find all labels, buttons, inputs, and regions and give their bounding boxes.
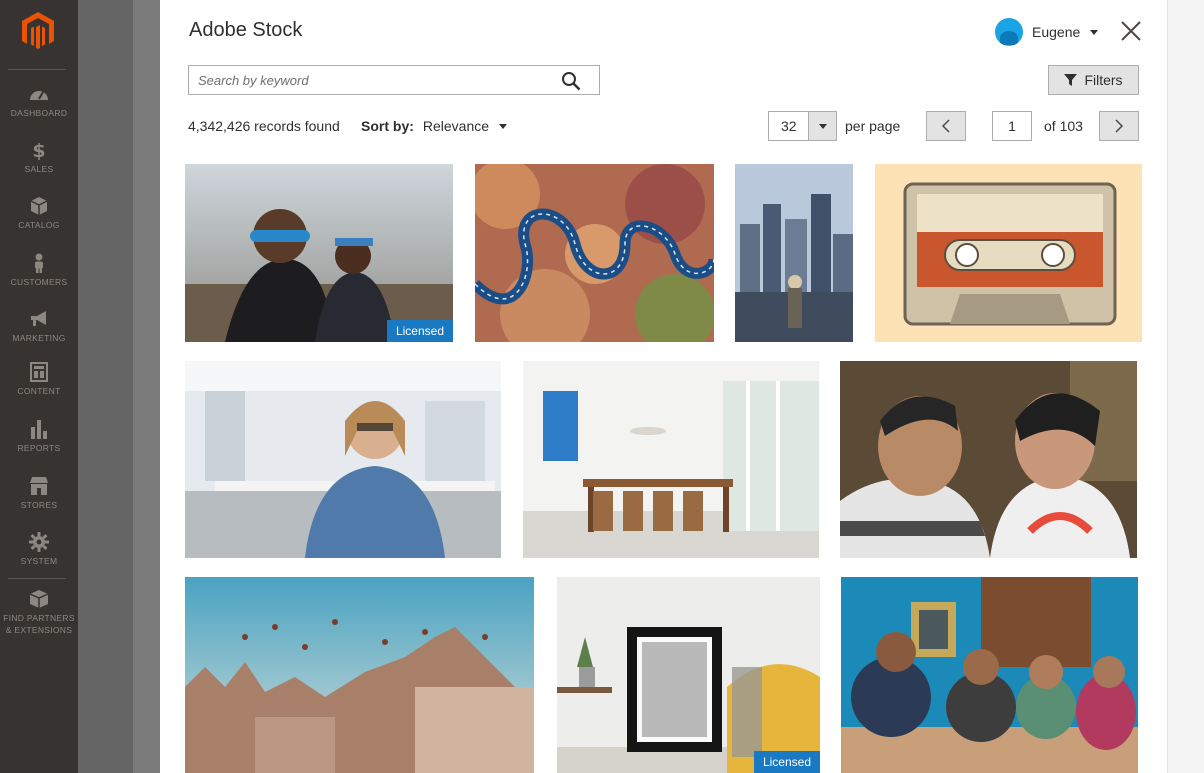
nav-item-label-line2: & EXTENSIONS bbox=[5, 625, 73, 635]
nav-divider bbox=[8, 578, 66, 579]
nav-item-label: DASHBOARD bbox=[10, 108, 68, 118]
nav-item-label: MARKETING bbox=[12, 333, 66, 343]
nav-item-find-partners[interactable]: FIND PARTNERS & EXTENSIONS bbox=[0, 589, 78, 636]
package-icon bbox=[29, 590, 49, 608]
search-input[interactable] bbox=[189, 66, 549, 94]
licensed-badge: Licensed bbox=[753, 751, 820, 773]
nav-item-sales[interactable]: $ SALES bbox=[0, 140, 78, 175]
page-number-input[interactable] bbox=[992, 111, 1032, 141]
image-woman-office-denim-jacket bbox=[185, 361, 501, 558]
nav-item-label: FIND PARTNERS & EXTENSIONS bbox=[0, 612, 78, 636]
image-two-women-laughing bbox=[840, 361, 1137, 558]
chevron-right-icon bbox=[1115, 119, 1124, 133]
nav-item-label: CATALOG bbox=[18, 220, 60, 230]
next-page-button[interactable] bbox=[1099, 111, 1139, 141]
modal-backdrop[interactable] bbox=[78, 0, 160, 773]
previous-page-button[interactable] bbox=[926, 111, 966, 141]
dollar-icon: $ bbox=[32, 140, 45, 160]
image-city-skyline-woman bbox=[735, 164, 853, 342]
magento-logo-icon[interactable] bbox=[20, 11, 56, 51]
megaphone-icon bbox=[31, 311, 46, 326]
chevron-left-icon bbox=[941, 119, 950, 133]
per-page-toggle-button[interactable] bbox=[809, 111, 837, 141]
per-page-control: 32 per page bbox=[768, 111, 900, 141]
stock-image-thumbnail[interactable] bbox=[735, 164, 853, 342]
nav-item-marketing[interactable]: MARKETING bbox=[0, 309, 78, 344]
nav-item-label: STORES bbox=[20, 500, 58, 510]
nav-item-system[interactable]: SYSTEM bbox=[0, 532, 78, 567]
filters-label: Filters bbox=[1084, 72, 1123, 88]
stock-image-thumbnail[interactable] bbox=[475, 164, 714, 342]
user-avatar-icon bbox=[995, 18, 1023, 46]
modal-backdrop-right[interactable] bbox=[1167, 0, 1204, 773]
image-friends-cafe-toast bbox=[841, 577, 1138, 773]
chevron-down-icon bbox=[818, 123, 827, 129]
nav-item-customers[interactable]: CUSTOMERS bbox=[0, 253, 78, 288]
svg-text:$: $ bbox=[32, 140, 45, 160]
image-cappadocia-balloons bbox=[185, 577, 534, 773]
licensed-badge: Licensed bbox=[386, 320, 453, 342]
per-page-label: per page bbox=[845, 118, 901, 134]
nav-item-label: SALES bbox=[24, 164, 54, 174]
stock-image-thumbnail[interactable] bbox=[523, 361, 819, 558]
image-cassette-tape bbox=[875, 164, 1142, 342]
sort-value: Relevance bbox=[422, 118, 490, 134]
filters-button[interactable]: Filters bbox=[1048, 65, 1139, 95]
backdrop-page-edge bbox=[133, 0, 160, 773]
dashboard-icon bbox=[30, 91, 48, 100]
storefront-icon bbox=[30, 477, 48, 495]
box-icon bbox=[30, 197, 48, 215]
stock-image-thumbnail[interactable] bbox=[185, 577, 534, 773]
nav-item-content[interactable]: CONTENT bbox=[0, 362, 78, 397]
chevron-down-icon bbox=[1090, 29, 1099, 35]
nav-item-label: CONTENT bbox=[17, 386, 61, 396]
admin-sidebar: DASHBOARD $ SALES CATALOG CUSTOMERS MARK… bbox=[0, 0, 78, 773]
gear-icon bbox=[29, 532, 49, 552]
filter-funnel-icon bbox=[1064, 74, 1078, 86]
sort-label: Sort by: bbox=[361, 118, 414, 134]
image-two-young-men-sunglasses bbox=[185, 164, 453, 342]
user-name: Eugene bbox=[1032, 24, 1081, 40]
image-frame-yellow-chair bbox=[557, 577, 820, 773]
chevron-down-icon bbox=[499, 123, 508, 129]
sort-dropdown[interactable]: Sort by: Relevance bbox=[361, 118, 508, 134]
bar-chart-icon bbox=[31, 420, 47, 439]
image-winding-road-autumn-forest bbox=[475, 164, 714, 342]
nav-item-label-line1: FIND PARTNERS bbox=[3, 613, 75, 623]
stock-image-thumbnail[interactable] bbox=[841, 577, 1138, 773]
nav-item-reports[interactable]: REPORTS bbox=[0, 419, 78, 454]
stock-image-thumbnail[interactable]: Licensed bbox=[557, 577, 820, 773]
stock-image-thumbnail[interactable] bbox=[875, 164, 1142, 342]
modal-title: Adobe Stock bbox=[189, 19, 303, 41]
search-icon[interactable] bbox=[561, 71, 581, 91]
close-icon[interactable] bbox=[1120, 20, 1142, 42]
stock-image-thumbnail[interactable] bbox=[840, 361, 1137, 558]
nav-item-stores[interactable]: STORES bbox=[0, 476, 78, 511]
records-count: 4,342,426 records found bbox=[188, 118, 340, 134]
nav-item-dashboard[interactable]: DASHBOARD bbox=[0, 84, 78, 119]
image-dining-room bbox=[523, 361, 819, 558]
stock-image-thumbnail[interactable] bbox=[185, 361, 501, 558]
user-menu[interactable]: Eugene bbox=[995, 18, 1099, 46]
page-total: of 103 bbox=[1044, 118, 1083, 134]
nav-divider bbox=[8, 69, 66, 70]
per-page-value[interactable]: 32 bbox=[768, 111, 809, 141]
search-box bbox=[188, 65, 600, 95]
stock-image-thumbnail[interactable]: Licensed bbox=[185, 164, 453, 342]
nav-item-catalog[interactable]: CATALOG bbox=[0, 196, 78, 231]
person-icon bbox=[35, 253, 43, 273]
nav-item-label: REPORTS bbox=[17, 443, 61, 453]
adobe-stock-modal: Adobe Stock Eugene Filters 4,342,426 rec… bbox=[160, 0, 1167, 773]
layout-icon bbox=[30, 362, 48, 382]
nav-item-label: CUSTOMERS bbox=[10, 277, 68, 287]
nav-item-label: SYSTEM bbox=[20, 556, 58, 566]
